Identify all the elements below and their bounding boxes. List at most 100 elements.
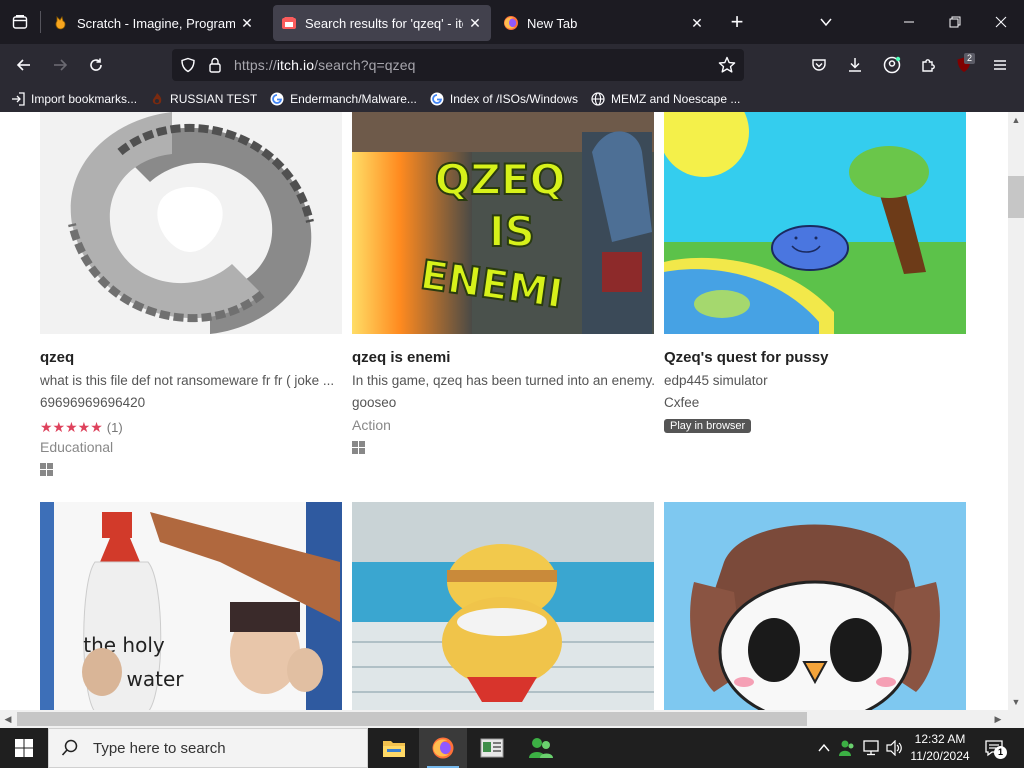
close-tab-icon[interactable]: ✕ [689, 15, 705, 32]
tab-title: Scratch - Imagine, Program, Sh [77, 15, 235, 31]
tray-people-icon[interactable] [837, 738, 857, 758]
new-tab-button[interactable]: + [721, 6, 753, 38]
taskbar-file-explorer[interactable] [370, 728, 418, 768]
scroll-down-arrow[interactable]: ▼ [1008, 694, 1024, 710]
account-button[interactable] [877, 50, 907, 80]
game-author-link[interactable]: 69696969696420 [40, 395, 342, 415]
account-icon [883, 56, 901, 74]
url-host: itch.io [276, 57, 315, 73]
taskbar-search-box[interactable]: Type here to search [48, 728, 368, 768]
reload-icon [90, 58, 102, 71]
game-title-link[interactable]: qzeq [40, 349, 342, 369]
close-window-button[interactable] [978, 0, 1024, 44]
game-title-link[interactable]: qzeq is enemi [352, 349, 654, 369]
tab-scratch[interactable]: Scratch - Imagine, Program, Sh ✕ [45, 5, 263, 41]
bookmark-russian-test[interactable]: RUSSIAN TEST [149, 91, 257, 107]
reload-button[interactable] [81, 50, 111, 80]
game-title-link[interactable]: Qzeq's quest for pussy [664, 349, 966, 369]
action-center-button[interactable]: 1 [982, 738, 1007, 759]
minimize-button[interactable] [886, 0, 932, 44]
page-viewport: qzeq what is this file def not ransomewa… [0, 112, 1008, 710]
forward-button[interactable] [45, 50, 75, 80]
extensions-button[interactable] [913, 50, 943, 80]
game-thumbnail[interactable] [664, 502, 966, 710]
game-card-pool [352, 502, 654, 710]
search-icon [61, 739, 78, 756]
minimize-icon [904, 21, 914, 23]
game-card-qzeq-is-enemi: QZEQ IS ENEMI qzeq is enemi In this game… [352, 112, 654, 457]
bookmark-endermanch[interactable]: Endermanch/Malware... [269, 91, 417, 107]
game-thumbnail[interactable] [40, 112, 342, 334]
game-card-holy-water: the holy water [40, 502, 342, 710]
arrow-left-icon [16, 59, 30, 71]
clock-time: 12:32 AM [914, 732, 966, 746]
download-icon [849, 58, 861, 72]
game-author-link[interactable]: gooseo [352, 395, 654, 415]
game-thumbnail[interactable] [352, 502, 654, 710]
taskbar-news-app[interactable] [468, 728, 516, 768]
rating-count: (1) [106, 419, 123, 435]
scroll-right-arrow[interactable]: ▶ [990, 710, 1006, 728]
game-card-penguin [664, 502, 966, 710]
game-thumbnail[interactable]: the holy water [40, 502, 342, 710]
app-menu-button[interactable] [985, 50, 1015, 80]
tab-title: New Tab [527, 15, 578, 31]
vertical-scroll-thumb[interactable] [1008, 176, 1024, 218]
bookmark-memz[interactable]: MEMZ and Noescape ... [590, 91, 740, 107]
back-button[interactable] [9, 50, 39, 80]
bookmark-import[interactable]: Import bookmarks... [10, 91, 137, 107]
bookmark-star-icon[interactable] [718, 56, 736, 74]
taskbar-clock[interactable]: 12:32 AM 11/20/2024 [908, 731, 972, 765]
scroll-up-arrow[interactable]: ▲ [1008, 112, 1024, 128]
restore-button[interactable] [932, 0, 978, 44]
windows-taskbar: Type here to search 12:32 AM 11/20/2024 … [0, 728, 1024, 768]
show-hidden-icons-button[interactable] [814, 738, 834, 758]
arrow-right-icon [54, 59, 68, 71]
tab-itchio-search[interactable]: Search results for 'qzeq' - itch.io ✕ [273, 5, 491, 41]
game-author-link[interactable]: Cxfee [664, 395, 966, 415]
bookmark-label: Import bookmarks... [31, 92, 138, 106]
game-description: In this game, qzeq has been turned into … [352, 373, 654, 388]
network-icon [863, 740, 879, 756]
pocket-button[interactable] [804, 50, 834, 80]
qzeq-is-enemi-cover: QZEQ IS ENEMI [352, 112, 654, 334]
speaker-icon [886, 740, 902, 756]
tab-title: Search results for 'qzeq' - itch.io [305, 15, 463, 31]
firefox-view-button[interactable] [0, 0, 40, 44]
volume-button[interactable] [884, 738, 904, 758]
game-description: what is this file def not ransomeware fr… [40, 373, 335, 388]
game-card-qzeqs-quest: Qzeq's quest for pussy edp445 simulator … [664, 112, 966, 434]
url-text[interactable]: https://itch.io/search?q=qzeq [234, 57, 416, 73]
tab-bar: Scratch - Imagine, Program, Sh ✕ Search … [0, 0, 1024, 44]
tab-new-tab[interactable]: New Tab ✕ [495, 5, 713, 41]
game-thumbnail[interactable] [664, 112, 966, 334]
chevron-down-icon [820, 18, 832, 27]
thumb-text-line-2: water [127, 667, 185, 691]
shield-icon[interactable] [180, 57, 196, 73]
start-button[interactable] [0, 728, 48, 768]
lock-icon[interactable] [208, 57, 222, 73]
downloads-button[interactable] [840, 50, 870, 80]
bookmark-isos-windows[interactable]: Index of /ISOs/Windows [429, 91, 578, 107]
taskbar-firefox[interactable] [419, 728, 467, 768]
close-tab-icon[interactable]: ✕ [467, 15, 483, 32]
thumb-text-line-1: QZEQ [435, 155, 566, 204]
ublock-origin-button[interactable]: 2 [949, 50, 979, 80]
horizontal-scroll-thumb[interactable] [17, 712, 807, 726]
search-placeholder: Type here to search [93, 739, 226, 757]
game-thumbnail[interactable]: QZEQ IS ENEMI [352, 112, 654, 334]
network-button[interactable] [861, 738, 881, 758]
itchio-icon [282, 17, 296, 29]
close-tab-icon[interactable]: ✕ [239, 15, 255, 32]
platform-windows [40, 463, 342, 479]
address-bar[interactable]: https://itch.io/search?q=qzeq [172, 49, 744, 81]
scroll-left-arrow[interactable]: ◀ [0, 710, 16, 728]
taskbar-people-app[interactable] [517, 728, 565, 768]
firefox-icon [432, 737, 454, 759]
puzzle-icon [922, 59, 935, 72]
rating-stars: ★★★★★ [40, 418, 103, 435]
people-app-icon [529, 738, 553, 758]
list-all-tabs-button[interactable] [812, 8, 840, 36]
windows-icon [352, 441, 365, 454]
penguin-ushanka-cover [664, 502, 966, 710]
